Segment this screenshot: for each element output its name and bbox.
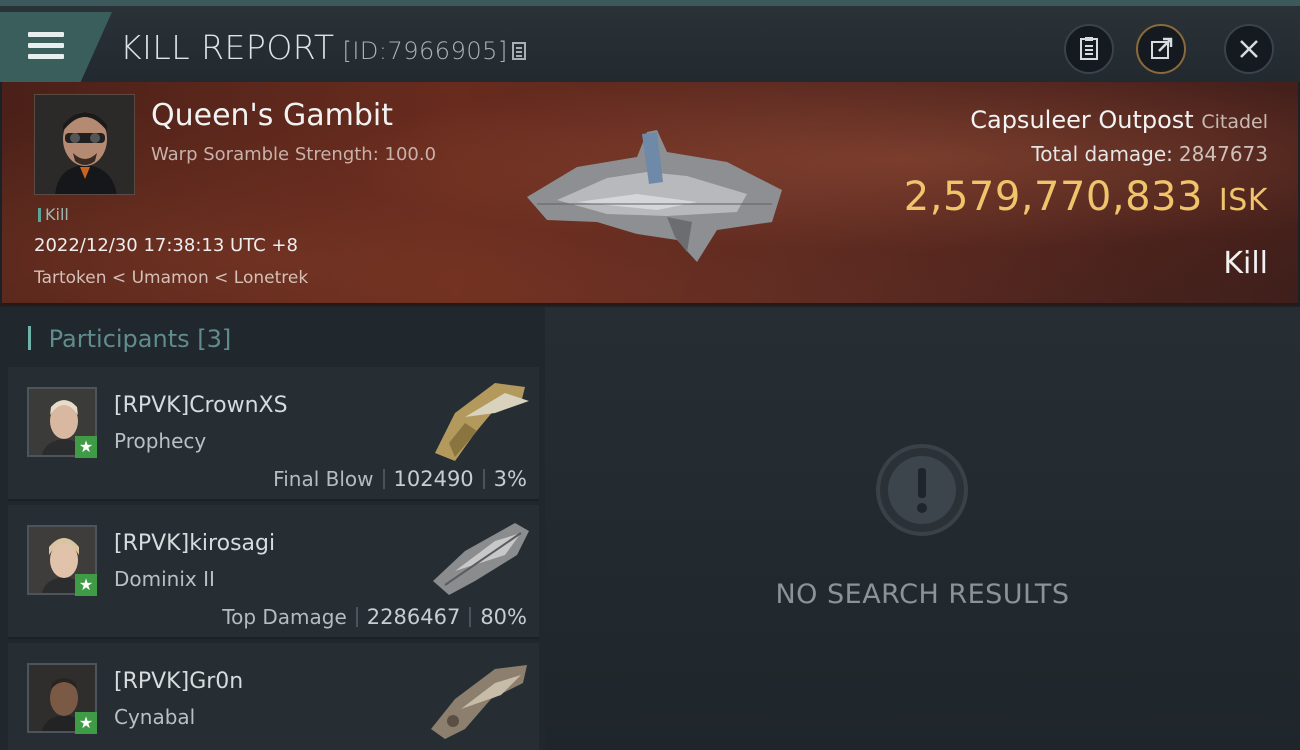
menu-icon [28,32,64,65]
participant-damage: 102490 [393,467,474,491]
participant-row[interactable]: ★ [RPVK]Gr0n Cynabal [8,643,539,750]
victim-subtitle: Warp Soramble Strength: 100.0 [151,144,437,165]
participant-name[interactable]: [RPVK]Gr0n [114,669,243,694]
top-bar: KILL REPORT [ID:7966905] [0,0,1300,82]
participant-ship: Cynabal [114,705,196,729]
total-damage-label: Total damage: [1031,142,1173,166]
divider [482,469,485,489]
empty-state-text: NO SEARCH RESULTS [775,579,1070,610]
report-type: Kill [1223,246,1268,281]
isk-unit: ISK [1218,183,1268,218]
ship-image[interactable] [425,511,533,603]
victim-name: Queen's Gambit [151,98,393,133]
ship-image[interactable] [425,373,533,465]
menu-button[interactable] [0,12,112,82]
close-button[interactable] [1224,24,1274,74]
ship-image[interactable] [425,649,533,741]
structure-image[interactable] [517,112,787,272]
isk-value: 2,579,770,833 ISK [904,174,1268,220]
kill-banner: Queen's Gambit Warp Soramble Strength: 1… [2,82,1298,305]
participant-stats: Top Damage 2286467 80% [222,605,527,629]
star-icon: ★ [75,712,97,734]
details-panel: NO SEARCH RESULTS [545,307,1300,750]
star-icon: ★ [75,436,97,458]
participant-ship: Dominix II [114,567,215,591]
structure-class: Citadel [1201,111,1268,133]
participant-ship: Prophecy [114,429,207,453]
participants-count: [3] [197,325,232,353]
total-damage-value: 2847673 [1178,142,1268,166]
clipboard-button[interactable] [1064,24,1114,74]
isk-amount: 2,579,770,833 [903,174,1203,220]
close-icon [1240,40,1258,58]
kill-timestamp: 2022/12/30 17:38:13 UTC +8 [34,235,298,256]
alert-icon [876,444,968,536]
page-title-text: KILL REPORT [120,28,335,67]
participant-row[interactable]: ★ [RPVK]CrownXS Prophecy Final Blow 10249… [8,367,539,501]
victim-portrait[interactable] [34,94,135,195]
share-button[interactable] [1136,24,1186,74]
kill-location: Tartoken < Umamon < Lonetrek [34,268,309,288]
share-icon [1151,37,1173,59]
kill-tag: Kill [38,205,69,224]
participants-panel: Participants [3] ★ [RPVK]CrownXS Prophec… [0,307,545,750]
clipboard-icon [1080,37,1098,60]
character-portrait-image [35,95,134,194]
participant-name[interactable]: [RPVK]kirosagi [114,531,275,556]
participants-label: Participants [48,325,190,353]
divider [382,469,385,489]
participant-percent: 3% [493,467,527,491]
participant-row[interactable]: ★ [RPVK]kirosagi Dominix II Top Damage 22… [8,505,539,639]
star-icon: ★ [75,574,97,596]
total-damage: Total damage: 2847673 [1031,142,1268,166]
participant-percent: 80% [480,605,527,629]
participant-role: Final Blow [273,467,374,491]
copy-icon[interactable] [511,42,526,60]
page-title: KILL REPORT [ID:7966905] [120,28,526,67]
divider [469,607,472,627]
participants-header: Participants [3] [28,325,232,353]
structure-info: Capsuleer Outpost Citadel [970,106,1268,134]
structure-name: Capsuleer Outpost [970,106,1194,134]
participant-role: Top Damage [222,605,347,629]
participant-name[interactable]: [RPVK]CrownXS [114,393,288,418]
participant-stats: Final Blow 102490 3% [273,467,527,491]
participant-damage: 2286467 [366,605,461,629]
report-id: [ID:7966905] [342,37,508,65]
divider [355,607,358,627]
